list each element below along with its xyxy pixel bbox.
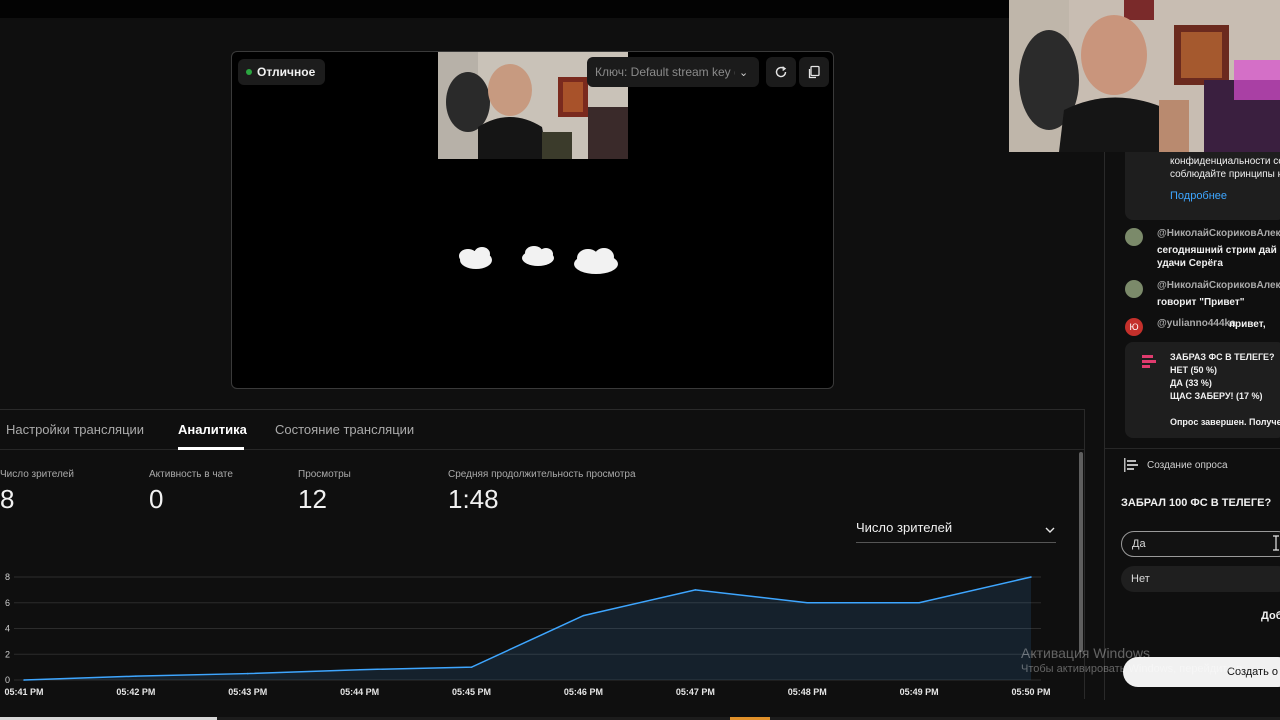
avatar xyxy=(1125,228,1143,246)
chart-metric-label: Число зрителей xyxy=(856,520,953,535)
poll-result-card: ЗАБРАЗ ФС В ТЕЛЕГЕ? НЕТ (50 %) ДА (33 %)… xyxy=(1125,342,1280,438)
chat-text: говорит "Привет" xyxy=(1157,297,1245,308)
create-poll-header: Создание опроса xyxy=(1123,457,1228,473)
metric-value: 1:48 xyxy=(448,484,499,514)
chat-message: Ю @yulianno444ka привет, xyxy=(1125,318,1280,338)
refresh-icon xyxy=(775,66,787,78)
chart-point xyxy=(918,601,920,604)
poll-status: Опрос завершен. Получе xyxy=(1170,417,1280,427)
windows-activation-watermark: Активация Windows Чтобы активировать Win… xyxy=(1021,645,1242,675)
viewers-chart: 8 6 4 2 0 05:41 PM 05:42 PM 05:43 PM 05:44 PM 05:… xyxy=(4,572,1050,697)
x-tick-label: 05:45 PM xyxy=(452,687,491,697)
stream-health-label: Отличное xyxy=(257,65,316,79)
metric-label: Средняя продолжительность просмотра xyxy=(448,469,636,480)
chart-point xyxy=(135,675,137,677)
x-tick-label: 05:48 PM xyxy=(788,687,827,697)
poll-icon xyxy=(1142,355,1156,368)
panel-tabs: Настройки трансляции Аналитика Состояние… xyxy=(0,410,1084,450)
chat-author[interactable]: @НиколайСкориковАлек xyxy=(1157,280,1280,291)
chart-point xyxy=(23,679,25,681)
stream-preview: Отличное Ключ: Default stream key (I ⌄ xyxy=(231,51,834,389)
metric-value: 8 xyxy=(0,484,15,514)
y-tick-label: 0 xyxy=(5,675,10,685)
poll-option: НЕТ (50 %) xyxy=(1170,365,1218,375)
refresh-key-button[interactable] xyxy=(766,57,796,87)
y-tick-label: 6 xyxy=(5,598,10,608)
cloud-overlay-image xyxy=(459,246,618,274)
chart-point xyxy=(246,672,249,675)
new-poll-question[interactable]: ЗАБРАЛ 100 ФС В ТЕЛЕГЕ? xyxy=(1121,497,1271,509)
x-tick-label: 05:43 PM xyxy=(228,687,267,697)
chart-point xyxy=(806,601,809,604)
top-bar xyxy=(0,0,1010,18)
poll-option-input[interactable]: Нет xyxy=(1121,566,1280,592)
metric-label: Просмотры xyxy=(298,469,351,480)
divider xyxy=(1105,448,1280,449)
panel-scrollbar[interactable] xyxy=(1079,452,1083,652)
add-option-button[interactable]: Доб xyxy=(1261,610,1280,622)
chart-point xyxy=(470,666,473,668)
stream-health-badge: Отличное xyxy=(238,59,326,85)
chat-message: @НиколайСкориковАлек сегодняшний стрим д… xyxy=(1125,228,1280,274)
x-tick-label: 05:44 PM xyxy=(340,687,379,697)
x-tick-label: 05:42 PM xyxy=(116,687,155,697)
stream-info-panel: Настройки трансляции Аналитика Состояние… xyxy=(0,409,1085,699)
tab-analytics[interactable]: Аналитика xyxy=(178,422,247,437)
chevron-down-icon: ⌄ xyxy=(739,66,749,79)
x-tick-label: 05:46 PM xyxy=(564,687,603,697)
avatar: Ю xyxy=(1125,318,1143,336)
x-tick-label: 05:41 PM xyxy=(4,687,43,697)
chat-text: удачи Серёга xyxy=(1157,258,1223,269)
text-cursor-icon xyxy=(1273,535,1279,551)
metric-chat-activity: Активность в чате 0 xyxy=(149,469,233,515)
tab-stream-settings[interactable]: Настройки трансляции xyxy=(6,422,144,437)
metric-avg-duration: Средняя продолжительность просмотра 1:48 xyxy=(448,469,636,515)
chat-notice-card: конфиденциальности се соблюдайте принцип… xyxy=(1125,152,1280,220)
poll-option: ДА (33 %) xyxy=(1170,378,1212,388)
poll-option-input[interactable]: Да xyxy=(1121,531,1280,557)
chat-text: привет, xyxy=(1229,319,1266,330)
poll-option: ЩАС ЗАБЕРУ! (17 %) xyxy=(1170,391,1263,401)
live-chat-sidebar: конфиденциальности се соблюдайте принцип… xyxy=(1104,152,1280,700)
metric-views: Просмотры 12 xyxy=(298,469,351,515)
active-tab-indicator xyxy=(178,447,244,450)
x-tick-label: 05:49 PM xyxy=(900,687,939,697)
metric-label: Активность в чате xyxy=(149,469,233,480)
chart-point xyxy=(582,614,585,617)
chart-metric-select[interactable]: Число зрителей xyxy=(856,520,1056,543)
x-tick-label: 05:50 PM xyxy=(1011,687,1050,697)
y-tick-label: 2 xyxy=(5,649,10,659)
watermark-title: Активация Windows xyxy=(1021,645,1151,661)
copy-icon xyxy=(808,65,820,79)
metric-viewers: Число зрителей 8 xyxy=(0,469,74,515)
notice-text: конфиденциальности се соблюдайте принцип… xyxy=(1170,156,1280,180)
chat-message: @НиколайСкориковАлек говорит "Привет" xyxy=(1125,280,1280,310)
poll-list-icon xyxy=(1124,458,1138,472)
tab-stream-health[interactable]: Состояние трансляции xyxy=(275,422,414,437)
chart-point xyxy=(358,668,361,671)
create-poll-label: Создание опроса xyxy=(1147,459,1228,471)
chevron-down-icon xyxy=(1045,527,1055,533)
webcam-overlay xyxy=(1009,0,1280,152)
stream-key-select[interactable]: Ключ: Default stream key (I ⌄ xyxy=(587,57,759,87)
chat-author[interactable]: @НиколайСкориковАлек xyxy=(1157,228,1280,239)
status-dot-icon xyxy=(246,69,252,75)
chat-text: сегодняшний стрим дай xyxy=(1157,245,1277,256)
chart-point xyxy=(694,589,697,591)
chat-author[interactable]: @yulianno444ka xyxy=(1157,318,1236,329)
metric-value: 12 xyxy=(298,484,327,514)
learn-more-link[interactable]: Подробнее xyxy=(1170,190,1227,202)
y-tick-label: 4 xyxy=(5,624,10,634)
watermark-subtitle: Чтобы активировать Windows, перейдите в xyxy=(1021,663,1243,675)
copy-key-button[interactable] xyxy=(799,57,829,87)
metric-value: 0 xyxy=(149,484,164,514)
y-tick-label: 8 xyxy=(5,572,10,582)
chart-point xyxy=(1030,576,1032,578)
avatar xyxy=(1125,280,1143,298)
poll-question: ЗАБРАЗ ФС В ТЕЛЕГЕ? xyxy=(1170,352,1275,362)
stream-key-label: Ключ: Default stream key (I xyxy=(595,65,735,79)
metric-label: Число зрителей xyxy=(0,469,74,480)
x-tick-label: 05:47 PM xyxy=(676,687,715,697)
